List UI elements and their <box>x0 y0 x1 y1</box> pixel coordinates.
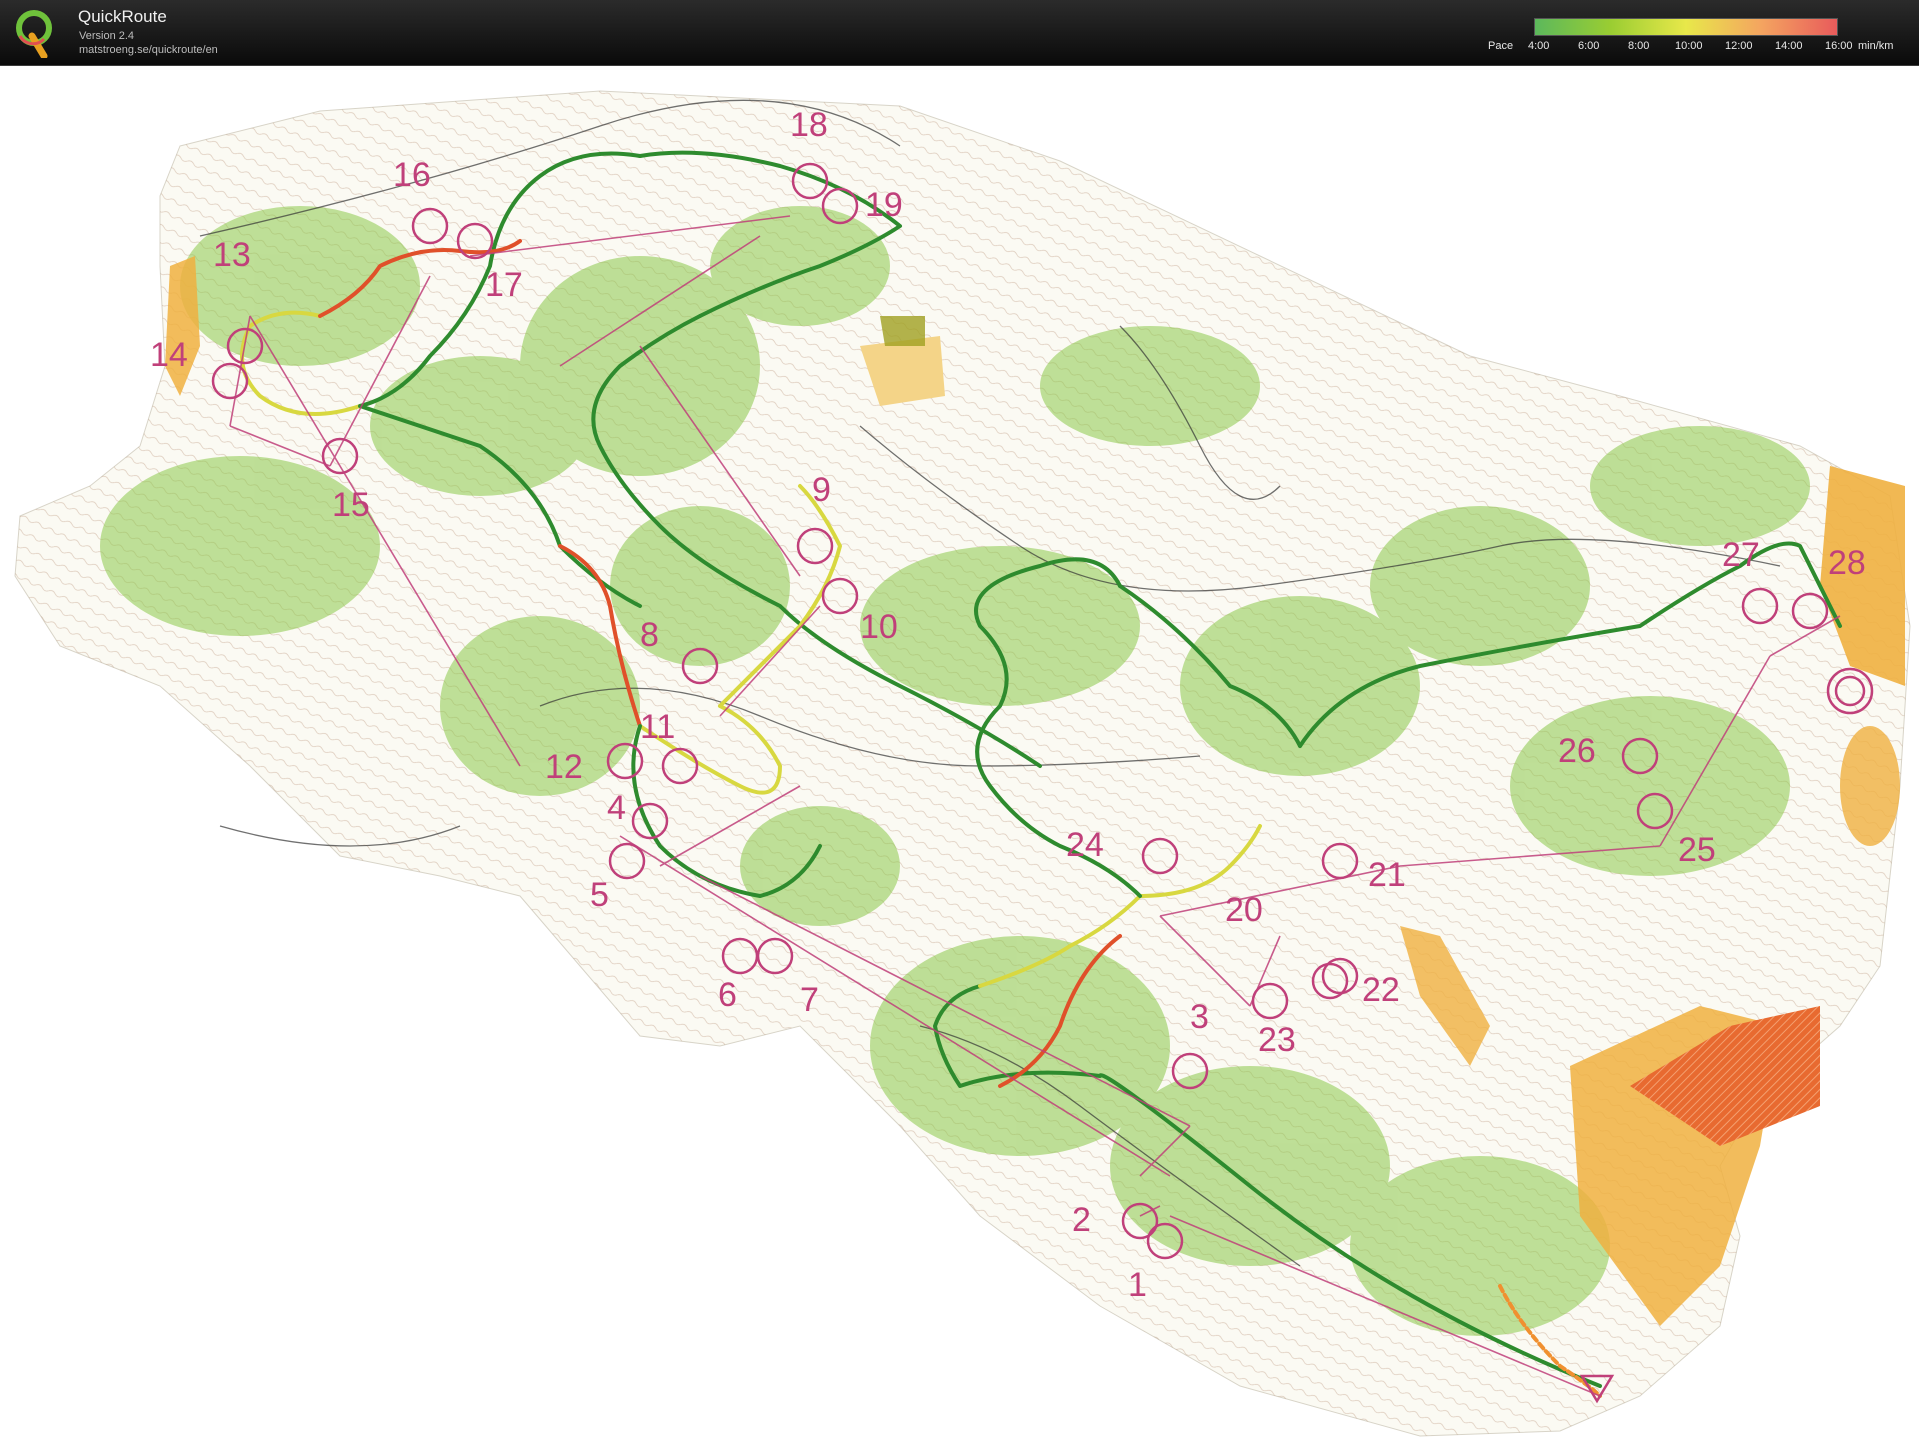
quickroute-logo-icon <box>16 10 52 58</box>
app-version: Version 2.4 <box>79 30 135 42</box>
control-number: 19 <box>865 186 903 224</box>
control-number: 6 <box>718 976 737 1014</box>
pace-tick: 10:00 <box>1675 40 1703 52</box>
pace-tick: 4:00 <box>1528 40 1550 52</box>
pace-unit: min/km <box>1858 40 1894 52</box>
control-number: 17 <box>485 266 523 304</box>
control-number: 11 <box>640 708 675 746</box>
control-number: 18 <box>790 106 828 144</box>
pace-legend: Pace 4:00 6:00 8:00 10:00 12:00 14:00 16… <box>1480 16 1910 56</box>
control-number: 7 <box>800 981 819 1019</box>
map-canvas[interactable]: 1 2 3 4 5 6 7 8 9 10 11 12 13 14 15 16 1… <box>0 66 1919 1438</box>
control-number: 9 <box>812 471 831 509</box>
orienteering-map[interactable]: 1 2 3 4 5 6 7 8 9 10 11 12 13 14 15 16 1… <box>0 66 1919 1438</box>
control-number: 5 <box>590 876 609 914</box>
control-number: 25 <box>1678 831 1716 869</box>
control-number: 28 <box>1828 544 1866 582</box>
control-number: 15 <box>332 486 370 524</box>
control-number: 12 <box>545 748 583 786</box>
control-number: 26 <box>1558 732 1596 770</box>
pace-tick: 14:00 <box>1775 40 1803 52</box>
control-number: 4 <box>607 789 626 827</box>
control-number: 27 <box>1722 536 1760 574</box>
pace-color-scale <box>1534 18 1838 36</box>
pace-legend-label: Pace <box>1488 40 1514 52</box>
pace-tick: 8:00 <box>1628 40 1650 52</box>
control-number: 22 <box>1362 971 1400 1009</box>
app-header: QuickRoute Version 2.4 matstroeng.se/qui… <box>0 0 1919 66</box>
pace-tick: 12:00 <box>1725 40 1753 52</box>
control-number: 2 <box>1072 1201 1091 1239</box>
app-title: QuickRoute <box>78 7 167 26</box>
control-number: 3 <box>1190 998 1209 1036</box>
control-number: 8 <box>640 616 659 654</box>
control-number: 13 <box>213 236 251 274</box>
control-number: 23 <box>1258 1021 1296 1059</box>
pace-tick: 16:00 <box>1825 40 1853 52</box>
app-url: matstroeng.se/quickroute/en <box>79 44 218 56</box>
control-number: 14 <box>150 336 188 374</box>
control-number: 1 <box>1128 1266 1147 1304</box>
control-number: 24 <box>1066 826 1104 864</box>
control-number: 16 <box>393 156 431 194</box>
pace-tick: 6:00 <box>1578 40 1600 52</box>
control-number: 10 <box>860 608 898 646</box>
control-number: 21 <box>1368 856 1406 894</box>
control-number: 20 <box>1225 891 1263 929</box>
